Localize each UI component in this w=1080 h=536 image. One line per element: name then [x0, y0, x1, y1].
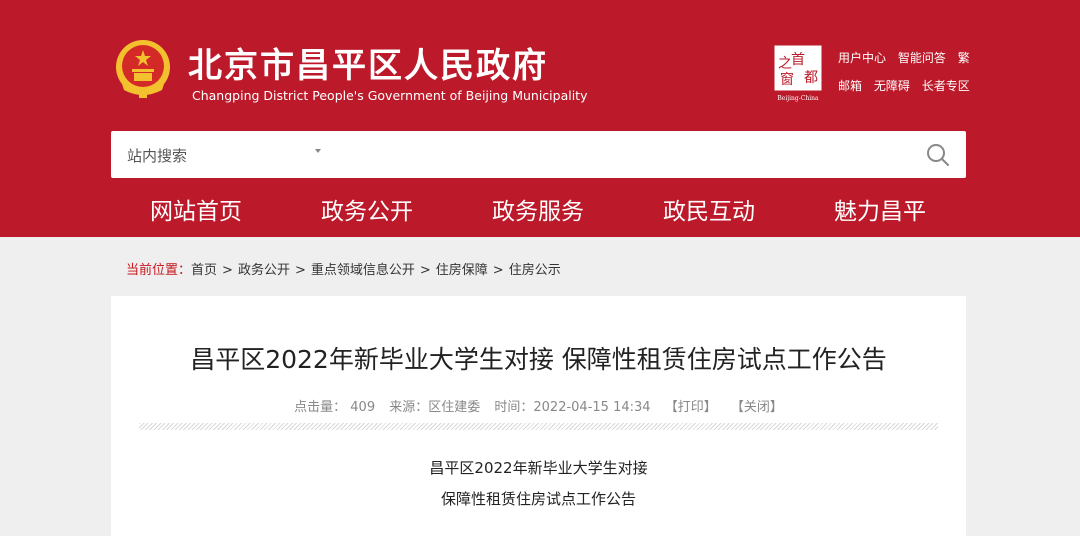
breadcrumb-separator: >: [294, 263, 306, 278]
breadcrumb: 当前位置：首页 > 政务公开 > 重点领域信息公开 > 住房保障 > 住房公示: [126, 259, 561, 278]
print-button[interactable]: 【打印】: [665, 400, 717, 415]
breadcrumb-item-home[interactable]: 首页: [191, 263, 217, 278]
mailbox-link[interactable]: 邮箱: [838, 79, 862, 93]
site-subtitle: Changping District People's Government o…: [192, 88, 588, 103]
article-card: 昌平区2022年新毕业大学生对接 保障性租赁住房试点工作公告 点击量： 409 …: [111, 296, 966, 536]
top-links-row-1: 用户中心 智能问答 繁: [838, 49, 978, 66]
breadcrumb-item-housing[interactable]: 住房保障: [436, 263, 488, 278]
hatched-divider: [139, 423, 938, 430]
top-links-row-2: 邮箱 无障碍 长者专区: [838, 77, 978, 94]
article-source: 来源：区住建委: [389, 400, 481, 415]
national-emblem-icon[interactable]: [112, 38, 174, 100]
breadcrumb-separator: >: [222, 263, 233, 278]
breadcrumb-label: 当前位置：: [126, 263, 192, 278]
user-center-link[interactable]: 用户中心: [838, 51, 886, 65]
site-header: 北京市昌平区人民政府 Changping District People's G…: [0, 0, 1080, 237]
article-meta: 点击量： 409 来源：区住建委 时间：2022-04-15 14:34 【打印…: [111, 396, 966, 415]
smart-qa-link[interactable]: 智能问答: [898, 51, 946, 65]
chevron-down-icon[interactable]: [315, 149, 321, 153]
site-title[interactable]: 北京市昌平区人民政府: [188, 38, 548, 87]
seal-char-4: 窗: [780, 71, 794, 88]
breadcrumb-item-gov-open[interactable]: 政务公开: [238, 263, 290, 278]
nav-interaction[interactable]: 政民互动: [663, 192, 755, 226]
seal-char-1: 首: [791, 52, 805, 68]
breadcrumb-item-housing-notice[interactable]: 住房公示: [509, 263, 561, 278]
article-body-line: 保障性租赁住房试点工作公告: [440, 490, 636, 508]
capital-window-seal-icon[interactable]: 首 都 之 窗 Beijing-China: [773, 44, 823, 102]
hit-count: 点击量： 409: [294, 400, 376, 415]
seal-caption: Beijing-China: [777, 95, 819, 102]
nav-charm-changping[interactable]: 魅力昌平: [834, 192, 926, 226]
nav-home[interactable]: 网站首页: [150, 192, 242, 226]
breadcrumb-item-key-areas[interactable]: 重点领域信息公开: [311, 263, 415, 278]
nav-government-services[interactable]: 政务服务: [492, 192, 584, 226]
seal-char-3: 之: [778, 56, 792, 72]
nav-government-affairs-open[interactable]: 政务公开: [321, 192, 413, 226]
article-time: 时间：2022-04-15 14:34: [494, 400, 651, 415]
breadcrumb-separator: >: [419, 263, 431, 278]
article-body-line: 昌平区2022年新毕业大学生对接: [429, 459, 648, 477]
seal-char-2: 都: [804, 70, 818, 86]
search-icon[interactable]: [925, 142, 951, 168]
elderly-zone-link[interactable]: 长者专区: [922, 79, 970, 93]
main-nav: 网站首页 政务公开 政务服务 政民互动 魅力昌平: [0, 192, 1080, 228]
search-bar: 站内搜索: [111, 131, 966, 178]
traditional-chinese-link[interactable]: 繁: [958, 51, 970, 65]
accessibility-link[interactable]: 无障碍: [874, 79, 910, 93]
search-scope-select[interactable]: 站内搜索: [127, 145, 187, 166]
article-title: 昌平区2022年新毕业大学生对接 保障性租赁住房试点工作公告: [190, 345, 887, 374]
breadcrumb-separator: >: [492, 263, 504, 278]
close-button[interactable]: 【关闭】: [731, 400, 783, 415]
search-input[interactable]: [341, 139, 901, 171]
